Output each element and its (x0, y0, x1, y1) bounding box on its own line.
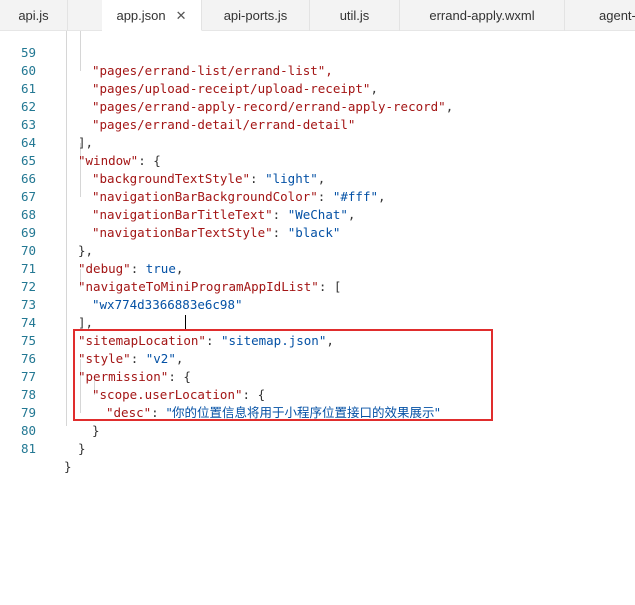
code-line: 70 "debug": true, (0, 224, 635, 276)
code-line: 63 ], (0, 98, 635, 150)
code-line: 66 "navigationBarBackgroundColor": "#fff… (0, 152, 635, 204)
code-editor[interactable]: 59 "pages/errand-list/errand-list", 60 "… (0, 31, 635, 605)
code-line: 69 }, (0, 206, 635, 258)
code-line: 71 "navigateToMiniProgramAppIdList": [ (0, 242, 635, 294)
tab-label: util.js (339, 8, 370, 23)
code-line: 74 "sitemapLocation": "sitemap.json", (0, 296, 635, 348)
code-line: 73 ], (0, 278, 635, 330)
code-line: 61 "pages/errand-apply-record/errand-app… (0, 62, 635, 114)
code-line: 81 } (0, 422, 635, 474)
code-line: 67 "navigationBarTitleText": "WeChat", (0, 170, 635, 222)
tab-label: errand-apply.wxml (429, 8, 535, 23)
code-line: 59 "pages/errand-list/errand-list", (0, 26, 635, 78)
code-line: 65 "backgroundTextStyle": "light", (0, 134, 635, 186)
tab-label: api.js (18, 8, 49, 23)
code-line: 64 "window": { (0, 116, 635, 168)
close-icon[interactable]: ✕ (176, 9, 187, 22)
tab-label: agent- (599, 8, 635, 23)
line-content: } (64, 459, 72, 474)
line-number: 81 (20, 441, 36, 456)
code-line: 68 "navigationBarTextStyle": "black" (0, 188, 635, 240)
code-line: 72 "wx774d3366883e6c98" (0, 260, 635, 312)
line-content: } (78, 441, 86, 456)
highlight-box (73, 329, 493, 421)
tab-label: api-ports.js (223, 8, 288, 23)
code-line: 60 "pages/upload-receipt/upload-receipt"… (0, 44, 635, 96)
code-line: 62 "pages/errand-detail/errand-detail" (0, 80, 635, 132)
tab-label: app.json (116, 7, 166, 23)
